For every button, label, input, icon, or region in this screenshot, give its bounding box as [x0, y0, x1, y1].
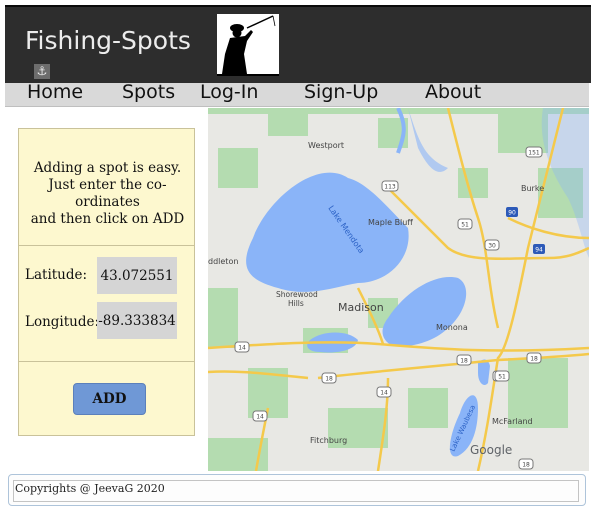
svg-text:18: 18 — [530, 356, 538, 363]
nav-log-in[interactable]: Log-In — [200, 81, 258, 103]
map-label-shorewood-hills: Hills — [288, 299, 304, 308]
panel-divider — [19, 245, 194, 246]
svg-text:94: 94 — [535, 247, 543, 254]
nav-home[interactable]: Home — [27, 81, 83, 103]
main-navbar: Home Spots Log-In Sign-Up About — [5, 81, 589, 107]
svg-text:30: 30 — [488, 243, 496, 250]
map-label-madison: Madison — [338, 301, 384, 314]
add-spot-instructions: Adding a spot is easy. Just enter the co… — [30, 160, 185, 227]
latitude-input[interactable] — [97, 257, 177, 294]
svg-text:14: 14 — [256, 414, 264, 421]
nav-sign-up[interactable]: Sign-Up — [304, 81, 378, 103]
svg-text:18: 18 — [460, 358, 468, 365]
anchor-icon: ⚓ — [34, 64, 50, 79]
svg-text:51: 51 — [461, 222, 469, 229]
svg-text:18: 18 — [325, 376, 333, 383]
site-title: Fishing-Spots — [25, 26, 191, 55]
svg-text:151: 151 — [528, 150, 540, 157]
fisherman-logo — [217, 14, 279, 76]
svg-text:14: 14 — [380, 390, 388, 397]
nav-spots[interactable]: Spots — [122, 81, 175, 103]
add-spot-panel: Adding a spot is easy. Just enter the co… — [18, 128, 195, 436]
map-label-mcfarland: McFarland — [492, 417, 533, 426]
svg-text:14: 14 — [238, 345, 246, 352]
latitude-label: Latitude: — [25, 267, 88, 283]
map-view[interactable]: 113 151 90 51 30 94 14 18 151 14 18 51 1… — [208, 108, 589, 471]
svg-text:113: 113 — [384, 184, 396, 191]
svg-text:51: 51 — [498, 374, 506, 381]
longitude-label: Longitude: — [25, 314, 100, 330]
map-label-monona: Monona — [436, 323, 468, 332]
google-logo: Google — [470, 443, 512, 457]
svg-text:18: 18 — [522, 462, 530, 469]
svg-text:90: 90 — [508, 210, 516, 217]
add-button[interactable]: ADD — [73, 383, 146, 415]
map-label-burke: Burke — [521, 184, 544, 193]
copyright-text: Copyrights @ JeevaG 2020 — [15, 482, 165, 495]
map-label-fitchburg: Fitchburg — [310, 436, 347, 445]
longitude-input[interactable] — [97, 302, 177, 339]
panel-divider — [19, 361, 194, 362]
map-label-maple-bluff: Maple Bluff — [368, 218, 413, 227]
site-header: Fishing-Spots ⚓ — [5, 5, 591, 83]
map-label-westport: Westport — [308, 141, 344, 150]
page-footer: Copyrights @ JeevaG 2020 — [8, 474, 586, 506]
map-label-shorewood: Shorewood — [276, 290, 318, 299]
map-label-middleton: ddleton — [208, 257, 238, 266]
nav-about[interactable]: About — [425, 81, 481, 103]
